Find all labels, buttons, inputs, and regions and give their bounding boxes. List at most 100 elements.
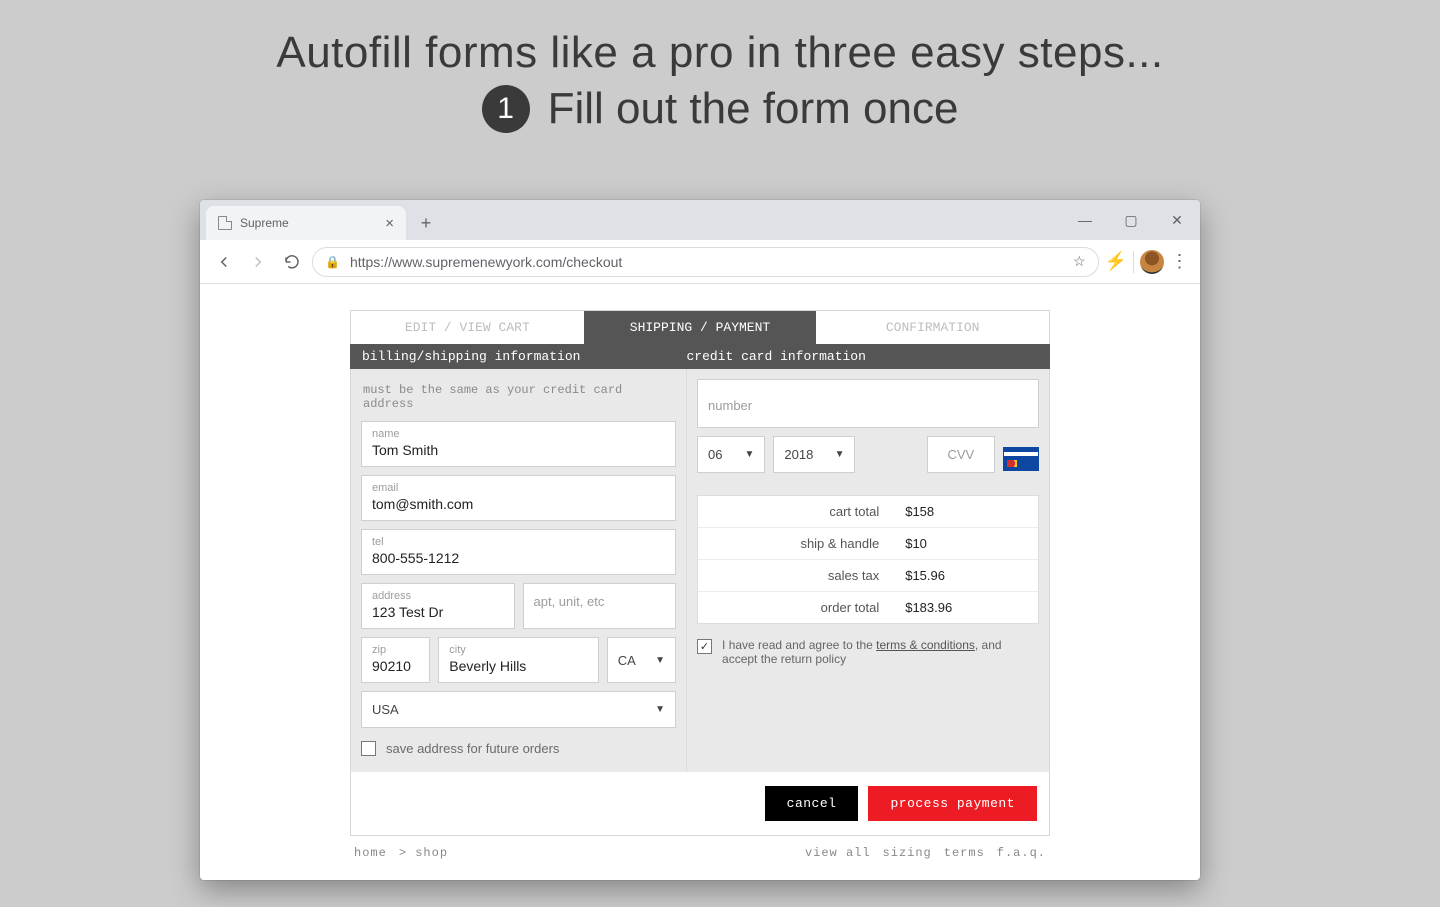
footer-viewall[interactable]: view all (805, 846, 871, 860)
exp-year-select[interactable]: 2018 ▼ (773, 436, 855, 473)
billing-column: must be the same as your credit card add… (351, 369, 686, 772)
address-value: 123 Test Dr (372, 604, 504, 620)
promo-line1: Autofill forms like a pro in three easy … (276, 28, 1163, 78)
terms-row[interactable]: ✓ I have read and agree to the terms & c… (697, 638, 1039, 666)
email-label: email (372, 482, 665, 494)
save-address-row[interactable]: save address for future orders (361, 740, 676, 756)
actions-bar: cancel process payment (350, 772, 1050, 836)
close-window-icon[interactable]: ✕ (1154, 200, 1200, 240)
name-value: Tom Smith (372, 442, 665, 458)
tel-field[interactable]: tel 800-555-1212 (361, 529, 676, 575)
total-row: ship & handle $10 (698, 528, 1038, 560)
promo-line2: Fill out the form once (548, 84, 959, 134)
totals-value-3: $183.96 (895, 592, 1038, 623)
section-header: billing/shipping information credit card… (350, 344, 1050, 369)
state-select[interactable]: CA ▼ (607, 637, 676, 683)
chevron-down-icon: ▼ (835, 449, 845, 460)
promo-headline: Autofill forms like a pro in three easy … (276, 28, 1163, 134)
step-edit-cart[interactable]: EDIT / VIEW CART (351, 311, 584, 344)
totals-value-2: $15.96 (895, 560, 1038, 591)
zip-field[interactable]: zip 90210 (361, 637, 430, 683)
card-number-field[interactable]: number (697, 379, 1039, 428)
card-brand-icon (1003, 447, 1039, 471)
billing-header: billing/shipping information (362, 349, 686, 364)
totals-label-1: ship & handle (698, 528, 895, 559)
checkout-steps: EDIT / VIEW CART SHIPPING / PAYMENT CONF… (350, 310, 1050, 344)
tel-value: 800-555-1212 (372, 550, 665, 566)
card-number-placeholder: number (708, 398, 1028, 413)
save-address-checkbox[interactable] (361, 741, 376, 756)
page-content: EDIT / VIEW CART SHIPPING / PAYMENT CONF… (200, 284, 1200, 880)
address-field[interactable]: address 123 Test Dr (361, 583, 515, 629)
forward-button[interactable] (244, 248, 272, 276)
state-value: CA (618, 653, 636, 668)
city-value: Beverly Hills (449, 658, 587, 674)
bookmark-star-icon[interactable]: ☆ (1073, 253, 1086, 270)
cancel-button[interactable]: cancel (765, 786, 859, 821)
billing-hint: must be the same as your credit card add… (363, 383, 674, 411)
footer-faq[interactable]: f.a.q. (997, 846, 1046, 860)
total-row: cart total $158 (698, 496, 1038, 528)
name-field[interactable]: name Tom Smith (361, 421, 676, 467)
country-select[interactable]: USA ▼ (361, 691, 676, 728)
extension-icon[interactable]: ⚡ (1105, 251, 1127, 272)
browser-toolbar: 🔒 https://www.supremenewyork.com/checkou… (200, 240, 1200, 284)
email-field[interactable]: email tom@smith.com (361, 475, 676, 521)
terms-text: I have read and agree to the terms & con… (722, 638, 1039, 666)
minimize-icon[interactable]: — (1062, 200, 1108, 240)
kebab-menu-icon[interactable]: ⋮ (1170, 251, 1190, 272)
new-tab-button[interactable]: + (412, 213, 440, 240)
credit-header: credit card information (686, 349, 865, 364)
checkout-form: must be the same as your credit card add… (350, 369, 1050, 772)
totals-label-3: order total (698, 592, 895, 623)
totals-value-0: $158 (895, 496, 1038, 527)
payment-column: number 06 ▼ 2018 ▼ CVV (686, 369, 1049, 772)
step-number-badge: 1 (482, 85, 530, 133)
totals-label-0: cart total (698, 496, 895, 527)
chevron-down-icon: ▼ (655, 704, 665, 715)
address-bar[interactable]: 🔒 https://www.supremenewyork.com/checkou… (312, 247, 1099, 277)
tel-label: tel (372, 536, 665, 548)
page-icon (218, 216, 232, 230)
zip-label: zip (372, 644, 419, 656)
chevron-down-icon: ▼ (655, 655, 665, 666)
save-address-label: save address for future orders (386, 741, 559, 756)
footer-shop[interactable]: > shop (399, 846, 448, 860)
reload-button[interactable] (278, 248, 306, 276)
url-text: https://www.supremenewyork.com/checkout (350, 254, 622, 270)
name-label: name (372, 428, 665, 440)
tab-strip: Supreme × + — ▢ ✕ (200, 200, 1200, 240)
tab-title: Supreme (240, 216, 289, 230)
browser-window: Supreme × + — ▢ ✕ 🔒 https://www.supremen… (200, 200, 1200, 880)
step-confirmation[interactable]: CONFIRMATION (816, 311, 1049, 344)
footer-sizing[interactable]: sizing (883, 846, 932, 860)
close-tab-icon[interactable]: × (385, 216, 394, 231)
terms-link[interactable]: terms & conditions (876, 638, 975, 652)
footer-nav: home > shop view all sizing terms f.a.q. (350, 836, 1050, 860)
cvv-placeholder: CVV (938, 447, 984, 462)
window-controls: — ▢ ✕ (1062, 200, 1200, 240)
profile-avatar[interactable] (1140, 250, 1164, 274)
email-value: tom@smith.com (372, 496, 665, 512)
zip-value: 90210 (372, 658, 419, 674)
apt-field[interactable]: apt, unit, etc (523, 583, 677, 629)
totals-label-2: sales tax (698, 560, 895, 591)
process-payment-button[interactable]: process payment (868, 786, 1037, 821)
maximize-icon[interactable]: ▢ (1108, 200, 1154, 240)
step-shipping-payment[interactable]: SHIPPING / PAYMENT (584, 311, 817, 344)
browser-tab[interactable]: Supreme × (206, 206, 406, 240)
chevron-down-icon: ▼ (745, 449, 755, 460)
city-field[interactable]: city Beverly Hills (438, 637, 598, 683)
total-row: sales tax $15.96 (698, 560, 1038, 592)
total-row: order total $183.96 (698, 592, 1038, 623)
cvv-field[interactable]: CVV (927, 436, 995, 473)
order-totals: cart total $158 ship & handle $10 sales … (697, 495, 1039, 624)
city-label: city (449, 644, 587, 656)
footer-terms[interactable]: terms (944, 846, 985, 860)
exp-month-select[interactable]: 06 ▼ (697, 436, 765, 473)
back-button[interactable] (210, 248, 238, 276)
footer-home[interactable]: home (354, 846, 387, 860)
exp-month-value: 06 (708, 447, 722, 462)
apt-placeholder: apt, unit, etc (534, 594, 666, 609)
terms-checkbox[interactable]: ✓ (697, 639, 712, 654)
